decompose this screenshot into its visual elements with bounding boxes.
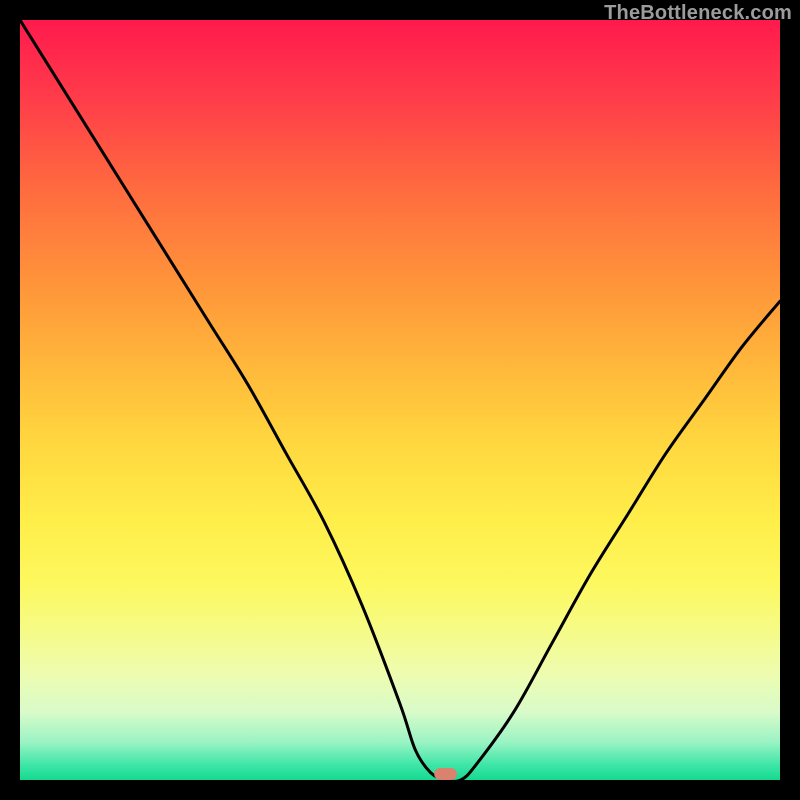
bottleneck-curve — [20, 20, 780, 780]
optimal-notch-marker — [434, 768, 457, 780]
curve-path — [20, 20, 780, 780]
plot-area — [20, 20, 780, 780]
chart-frame: TheBottleneck.com — [0, 0, 800, 800]
